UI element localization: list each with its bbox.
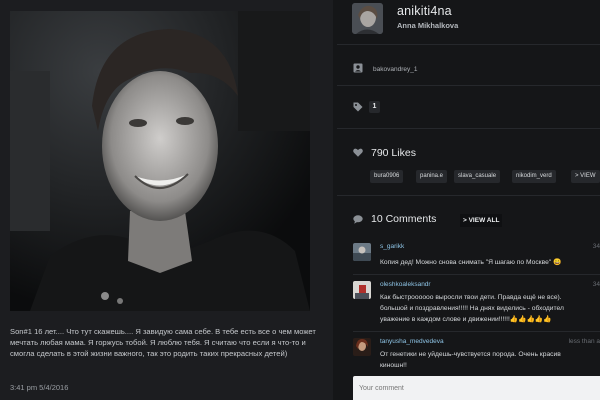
speech-bubble-icon: [353, 215, 363, 227]
avatar[interactable]: [352, 3, 383, 34]
view-all-comments-button[interactable]: > VIEW ALL: [460, 214, 503, 227]
comment-time: 34: [592, 281, 600, 288]
profile-username[interactable]: anikiti4na: [397, 4, 452, 18]
comment-time: 34: [592, 243, 600, 250]
commenter-avatar[interactable]: [353, 338, 371, 356]
liker-chip[interactable]: bura0906: [370, 170, 404, 183]
divider: [337, 44, 600, 45]
divider: [353, 331, 600, 332]
commenter-username[interactable]: oleshkoaleksandr: [380, 281, 431, 288]
profile-full-name: Anna Mikhalkova: [397, 21, 459, 30]
divider: [337, 128, 600, 129]
post-timestamp: 3:41 pm 5/4/2016: [10, 383, 69, 392]
tag-icon: [353, 102, 363, 115]
liker-chip[interactable]: nikodim_verd: [512, 170, 556, 183]
details-panel: anikiti4na Anna Mikhalkova bakovandrey_1…: [337, 0, 600, 400]
commenter-username[interactable]: tanyusha_medvedeva: [380, 338, 444, 345]
comment-text: От генетики не уйдешь-чувствуется порода…: [380, 351, 561, 369]
likes-count: 790 Likes: [371, 147, 416, 159]
divider: [337, 85, 600, 86]
tag-count-badge[interactable]: 1: [369, 101, 380, 113]
user-tag-icon: [353, 63, 363, 76]
heart-icon: [353, 148, 363, 160]
view-likers-button[interactable]: > VIEW: [571, 170, 600, 183]
liker-chip[interactable]: slava_casuale: [454, 170, 501, 183]
comment-time: less than a: [568, 338, 600, 345]
comments-count: 10 Comments: [371, 213, 437, 225]
liker-chip[interactable]: panina.e: [416, 170, 448, 183]
divider: [337, 195, 600, 196]
tagged-user-link[interactable]: bakovandrey_1: [373, 66, 417, 73]
comment-text: Как быстроооооо выросли твои дети. Правд…: [380, 294, 564, 323]
commenter-username[interactable]: s_garikk: [380, 243, 404, 250]
commenter-avatar[interactable]: [353, 281, 371, 299]
post-panel: Son#1 16 лет.... Что тут скажешь.... Я з…: [0, 0, 333, 400]
post-caption: Son#1 16 лет.... Что тут скажешь.... Я з…: [10, 327, 316, 358]
commenter-avatar[interactable]: [353, 243, 371, 261]
comment-text: Копия дед! Можно снова снимать "Я шагаю …: [380, 259, 562, 266]
post-photo[interactable]: [10, 11, 310, 311]
comment-input[interactable]: [353, 376, 600, 400]
divider: [353, 274, 600, 275]
